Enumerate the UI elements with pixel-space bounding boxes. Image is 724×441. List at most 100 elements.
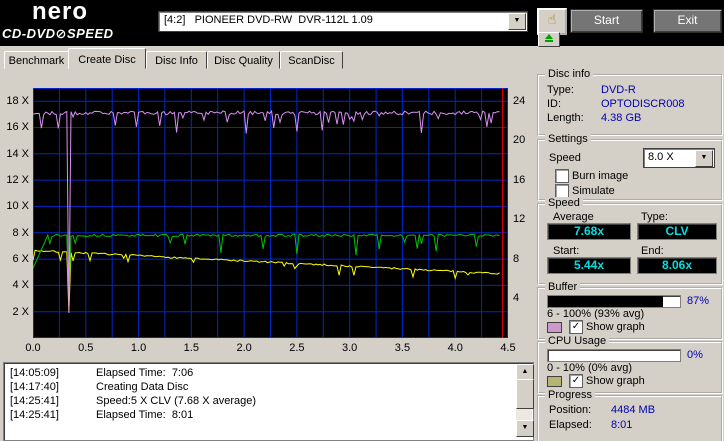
y-axis-left-tick: 18 X [6,95,29,108]
disc-id-label: ID: [547,98,562,110]
exit-button[interactable]: Exit [653,9,722,33]
speed-select-value: 8.0 X [648,151,674,163]
buffer-bar [547,295,681,308]
chevron-down-icon[interactable]: ▼ [695,150,713,167]
log-line: [14:05:09] Elapsed Time: 7:06 [10,367,194,379]
x-axis-tick: 2.5 [289,342,305,354]
x-axis-tick: 3.5 [394,342,411,354]
y-axis-left-tick: 14 X [6,147,29,160]
x-axis-tick: 4.5 [500,342,516,354]
settings-group: Settings Speed 8.0 X ▼ Burn image Simula… [537,133,723,201]
disc-length-label: Length: [547,112,584,124]
type-value-lcd: CLV [637,223,717,240]
logo-main-text: nero [32,0,89,25]
start-button[interactable]: Start [570,9,643,33]
log-scrollbar[interactable]: ▲ ▼ [516,364,534,437]
y-axis-left-tick: 2 X [12,305,29,318]
tab-disc-quality[interactable]: Disc Quality [207,51,280,69]
log-line: [14:17:40] Creating Data Disc [10,381,189,393]
simulate-checkbox[interactable] [555,184,569,198]
start-value-lcd: 5.44x [547,257,631,274]
progress-group: Progress Position: 4484 MB Elapsed: 8:01 [537,389,723,441]
x-axis-tick: 2.0 [236,342,252,354]
y-axis-right-tick: 20 [513,134,526,147]
buffer-show-graph-checkbox[interactable]: ✓ [569,320,583,334]
buffer-bar-fill [548,296,663,307]
cpu-bar [547,349,681,362]
disc-type-value: DVD-R [601,84,636,96]
disc-type-label: Type: [547,84,574,96]
tab-benchmark[interactable]: Benchmark [4,51,69,69]
speed-chart [33,88,508,338]
toolbar: nero CD-DVD⊘SPEED [4:2] PIONEER DVD-RW D… [0,0,724,47]
buffer-range: 6 - 100% (93% avg) [547,308,645,320]
buffer-percent: 87% [687,295,710,307]
tab-create-disc[interactable]: Create Disc [68,48,146,69]
simulate-label: Simulate [572,185,615,197]
write-speed-line [33,233,500,296]
chevron-down-icon[interactable]: ▼ [508,13,526,30]
disc-info-legend: Disc info [545,68,594,80]
tab-scandisc[interactable]: ScanDisc [280,51,343,69]
pointer-tool-button[interactable]: ☝ [537,8,567,35]
cpu-graph-swatch [547,376,562,387]
chart-area: 18 X 16 X 14 X 12 X 10 X 8 X 6 X 4 X 2 X 24 20 16 12… [0,70,534,362]
x-axis-tick: 1.0 [130,342,147,354]
burn-image-label: Burn image [572,170,629,182]
cpu-show-graph-checkbox[interactable]: ✓ [569,374,583,388]
y-axis-left-tick: 16 X [6,121,29,134]
y-axis-left-tick: 12 X [6,174,29,187]
cpu-percent: 0% [687,349,703,361]
log-line: [14:25:41] Speed:5 X CLV (7.68 X average) [10,395,257,407]
y-axis-right-tick: 16 [513,173,526,186]
x-axis-tick: 0.5 [78,342,94,354]
start-label: Start: [553,245,580,257]
progress-legend: Progress [545,389,596,401]
elapsed-label: Elapsed: [549,419,592,431]
speed-select[interactable]: 8.0 X ▼ [643,148,715,168]
settings-legend: Settings [545,133,591,145]
log-box: [14:05:09] Elapsed Time: 7:06 [14:17:40] C… [3,362,534,441]
disc-id-value: OPTODISCR008 [601,98,685,110]
cpu-group: CPU Usage 0% 0 - 10% (0% avg) ✓ Show gra… [537,335,723,394]
end-label: End: [641,245,664,257]
speed-stats-group: Speed Average Type: 7.68x CLV Start: End… [537,197,723,285]
speed-select-label: Speed [549,152,581,164]
scroll-down-button[interactable]: ▼ [516,420,534,437]
end-value-lcd: 8.06x [637,257,717,274]
eject-button[interactable] [538,32,560,47]
disc-info-group: Disc info Type: DVD-R ID: OPTODISCR008 L… [537,68,723,136]
buffer-legend: Buffer [545,281,581,293]
x-axis-tick: 1.5 [183,342,199,354]
position-label: Position: [549,404,592,416]
scroll-thumb[interactable] [516,379,534,409]
buffer-level-line [33,109,500,314]
nero-cd-dvd-speed-window: nero CD-DVD⊘SPEED [4:2] PIONEER DVD-RW D… [0,0,724,441]
pointing-hand-icon: ☝ [547,11,557,27]
y-axis-right-tick: 12 [513,213,526,226]
y-axis-left-tick: 10 X [6,200,29,213]
x-axis-tick: 0.0 [25,342,41,354]
average-label: Average [553,211,594,223]
elapsed-value: 8:01 [611,419,633,431]
y-axis-left-tick: 8 X [12,226,29,239]
burn-image-checkbox[interactable] [555,169,569,183]
drive-selector-value: [4:2] PIONEER DVD-RW DVR-112L 1.09 [164,14,373,26]
cpu-show-graph-label: Show graph [586,375,645,387]
cpu-legend: CPU Usage [545,335,610,347]
y-axis-left-tick: 4 X [12,279,29,292]
buffer-group: Buffer 87% 6 - 100% (93% avg) ✓ Show gra… [537,281,723,340]
cpu-range: 0 - 10% (0% avg) [547,362,632,374]
y-axis-right-tick: 4 [513,292,520,305]
buffer-graph-swatch [547,322,562,333]
up-arrow-icon: ▲ [521,368,529,375]
drive-selector[interactable]: [4:2] PIONEER DVD-RW DVR-112L 1.09 ▼ [158,11,528,32]
average-value-lcd: 7.68x [547,223,631,240]
buffer-show-graph-label: Show graph [586,321,645,333]
y-axis-right-tick: 8 [513,252,520,265]
x-axis-tick: 3.0 [342,342,358,354]
type-label: Type: [641,211,668,223]
y-axis-left-tick: 6 X [12,253,29,266]
tab-disc-info[interactable]: Disc Info [146,51,207,69]
down-arrow-icon: ▼ [521,424,529,431]
